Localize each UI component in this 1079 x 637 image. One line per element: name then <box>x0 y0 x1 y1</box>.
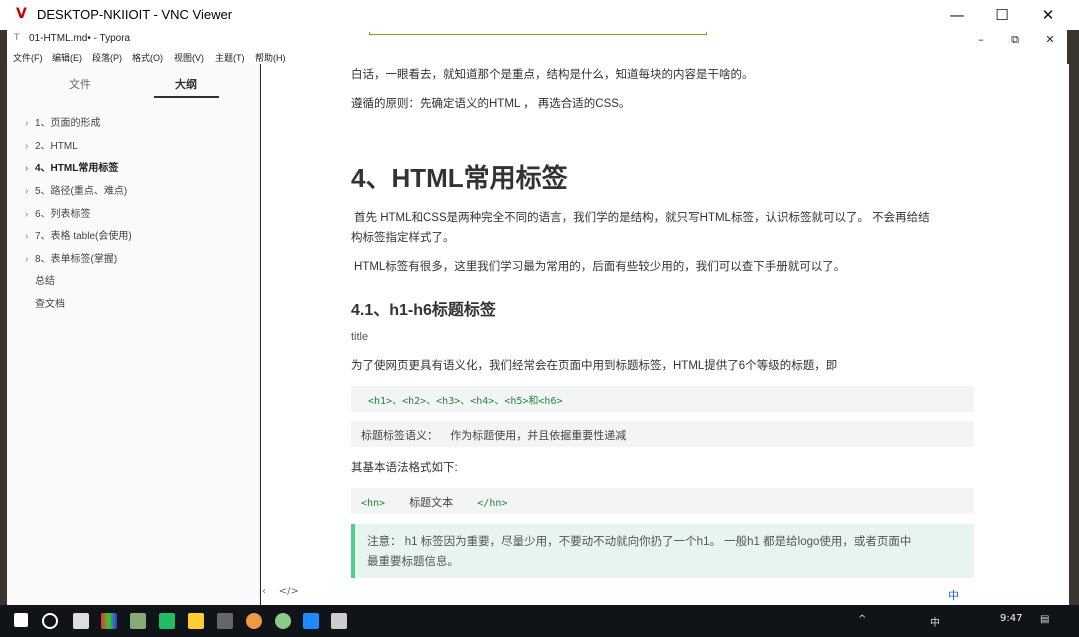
paragraph: 遵循的原则：先确定语义的HTML ， 再选合适的CSS。 <box>351 98 631 110</box>
outline-item[interactable]: 查文档 <box>35 295 65 310</box>
paragraph: HTML标签有很多，这里我们学习最为常用的，后面有些较少用的，我们可以查下手册就… <box>354 261 846 273</box>
tab-files[interactable]: 文件 <box>69 76 91 92</box>
paragraph: 白话，一眼看去，就知道那个是重点，结构是什么，知道每块的内容是干啥的。 <box>351 69 754 81</box>
outline-item[interactable]: › 8、表单标签(掌握) <box>25 250 117 265</box>
outline-item-active[interactable]: › 4、HTML常用标签 <box>25 159 118 174</box>
vnc-maximize-button[interactable]: ☐ <box>979 0 1025 30</box>
typora-taskbar-icon[interactable] <box>331 613 347 629</box>
typora-close-button[interactable]: ✕ <box>1033 30 1067 50</box>
chevron-right-icon[interactable]: › <box>25 209 35 220</box>
sidebar: 文件 大纲 › 1、页面的形成 › 2、HTML › 4、HTML常用标签 › 5、路径… <box>7 64 260 605</box>
typora-app-icon: T <box>14 33 20 43</box>
app-icon[interactable] <box>217 613 233 629</box>
windows-start-icon[interactable] <box>14 613 28 627</box>
note-line: 最重要标题信息。 <box>367 556 459 568</box>
vnc-close-button[interactable]: ✕ <box>1025 0 1071 30</box>
menu-paragraph[interactable]: 段落(P) <box>92 51 122 64</box>
chevron-right-icon[interactable]: › <box>25 254 35 265</box>
menu-theme[interactable]: 主题(T) <box>215 51 245 64</box>
outline-item[interactable]: › 5、路径(重点、难点) <box>25 182 127 197</box>
typora-restore-button[interactable]: ⧉ <box>998 30 1032 50</box>
calculator-icon[interactable] <box>73 613 89 629</box>
chevron-right-icon[interactable]: › <box>25 118 35 129</box>
vnc-window-title: DESKTOP-NKIIOIT - VNC Viewer <box>37 7 233 22</box>
desktop-left-strip <box>0 30 7 605</box>
editor-pane[interactable]: 白话，一眼看去，就知道那个是重点，结构是什么，知道每块的内容是干啥的。 遵循的原… <box>261 64 1067 605</box>
vscode-icon[interactable] <box>303 613 319 629</box>
heading-h3: 4.1、h1-h6标题标签 <box>351 302 496 319</box>
outline-item[interactable]: › 1、页面的形成 <box>25 114 101 129</box>
app-icon[interactable] <box>275 613 291 629</box>
menu-file[interactable]: 文件(F) <box>13 51 43 64</box>
tray-ime-label[interactable]: 中 <box>930 614 940 629</box>
tray-chevron-up-icon[interactable]: ^ <box>858 614 866 625</box>
paragraph: 构标签指定样式了。 <box>351 232 455 244</box>
menu-format[interactable]: 格式(O) <box>132 51 163 64</box>
windows-taskbar: ^ 中 9:47 ▤ <box>0 605 1079 637</box>
typora-titlebar: T 01-HTML.md• - Typora – ⧉ ✕ <box>7 30 1067 50</box>
outline-item[interactable]: 总结 <box>35 272 55 287</box>
note-line: 注意： h1 标签因为重要，尽量少用，不要动不动就向你扔了一个h1。 一般h1 … <box>367 536 912 548</box>
search-icon[interactable] <box>42 613 58 629</box>
heading-h2: 4、HTML常用标签 <box>351 163 568 193</box>
menu-edit[interactable]: 编辑(E) <box>52 51 82 64</box>
taskbar-clock[interactable]: 9:47 <box>1000 613 1022 624</box>
app-icon[interactable] <box>159 613 175 629</box>
chevron-right-icon[interactable]: › <box>25 163 35 174</box>
remote-highlight-bar <box>369 32 707 35</box>
outline-item[interactable]: › 6、列表标签 <box>25 205 91 220</box>
chevron-left-icon[interactable]: ‹ <box>262 586 266 597</box>
app-icon[interactable] <box>130 613 146 629</box>
paragraph: 为了使网页更具有语义化，我们经常会在页面中用到标题标签，HTML提供了6个等级的… <box>351 360 838 372</box>
note-callout: 注意： h1 标签因为重要，尽量少用，不要动不动就向你扔了一个h1。 一般h1 … <box>351 524 974 578</box>
app-icon[interactable] <box>101 613 117 629</box>
menubar: 文件(F) 编辑(E) 段落(P) 格式(O) 视图(V) 主题(T) 帮助(H… <box>7 50 1067 64</box>
vnc-titlebar: V DESKTOP-NKIIOIT - VNC Viewer — ☐ ✕ <box>0 0 1079 30</box>
source-code-icon[interactable]: </> <box>279 586 299 597</box>
typora-window-title: 01-HTML.md• - Typora <box>29 33 131 44</box>
code-block[interactable]: <h1>、<h2>、<h3>、<h4>、<h5>和<h6> <box>351 386 974 412</box>
paragraph: title <box>351 331 369 343</box>
menu-view[interactable]: 视图(V) <box>174 51 204 64</box>
chevron-right-icon[interactable]: › <box>25 186 35 197</box>
code-block[interactable]: 标题标签语义： 作为标题使用，并且依据重要性递减 <box>351 421 974 447</box>
code-block[interactable]: <hn> 标题文本 </hn> <box>351 488 974 514</box>
chevron-right-icon[interactable]: › <box>25 231 35 242</box>
ime-toolbar[interactable]: 中 <box>944 586 963 604</box>
chrome-icon[interactable] <box>246 613 262 629</box>
vnc-logo-icon: V <box>16 6 27 22</box>
menu-help[interactable]: 帮助(H) <box>255 51 286 64</box>
paragraph: 首先 HTML和CSS是两种完全不同的语言，我们学的是结构，就只写HTML标签，… <box>354 212 930 224</box>
sidebar-footer: ‹ </> <box>262 586 299 597</box>
file-explorer-icon[interactable] <box>188 613 204 629</box>
tab-active-indicator <box>154 96 219 98</box>
typora-minimize-button[interactable]: – <box>964 30 998 50</box>
tab-outline[interactable]: 大纲 <box>175 76 197 92</box>
chevron-right-icon[interactable]: › <box>25 141 35 152</box>
vnc-minimize-button[interactable]: — <box>934 0 980 30</box>
notification-icon[interactable]: ▤ <box>1040 614 1049 625</box>
outline-item[interactable]: › 7、表格 table(会使用) <box>25 227 132 242</box>
paragraph: 其基本语法格式如下: <box>351 462 458 474</box>
outline-item[interactable]: › 2、HTML <box>25 137 78 152</box>
